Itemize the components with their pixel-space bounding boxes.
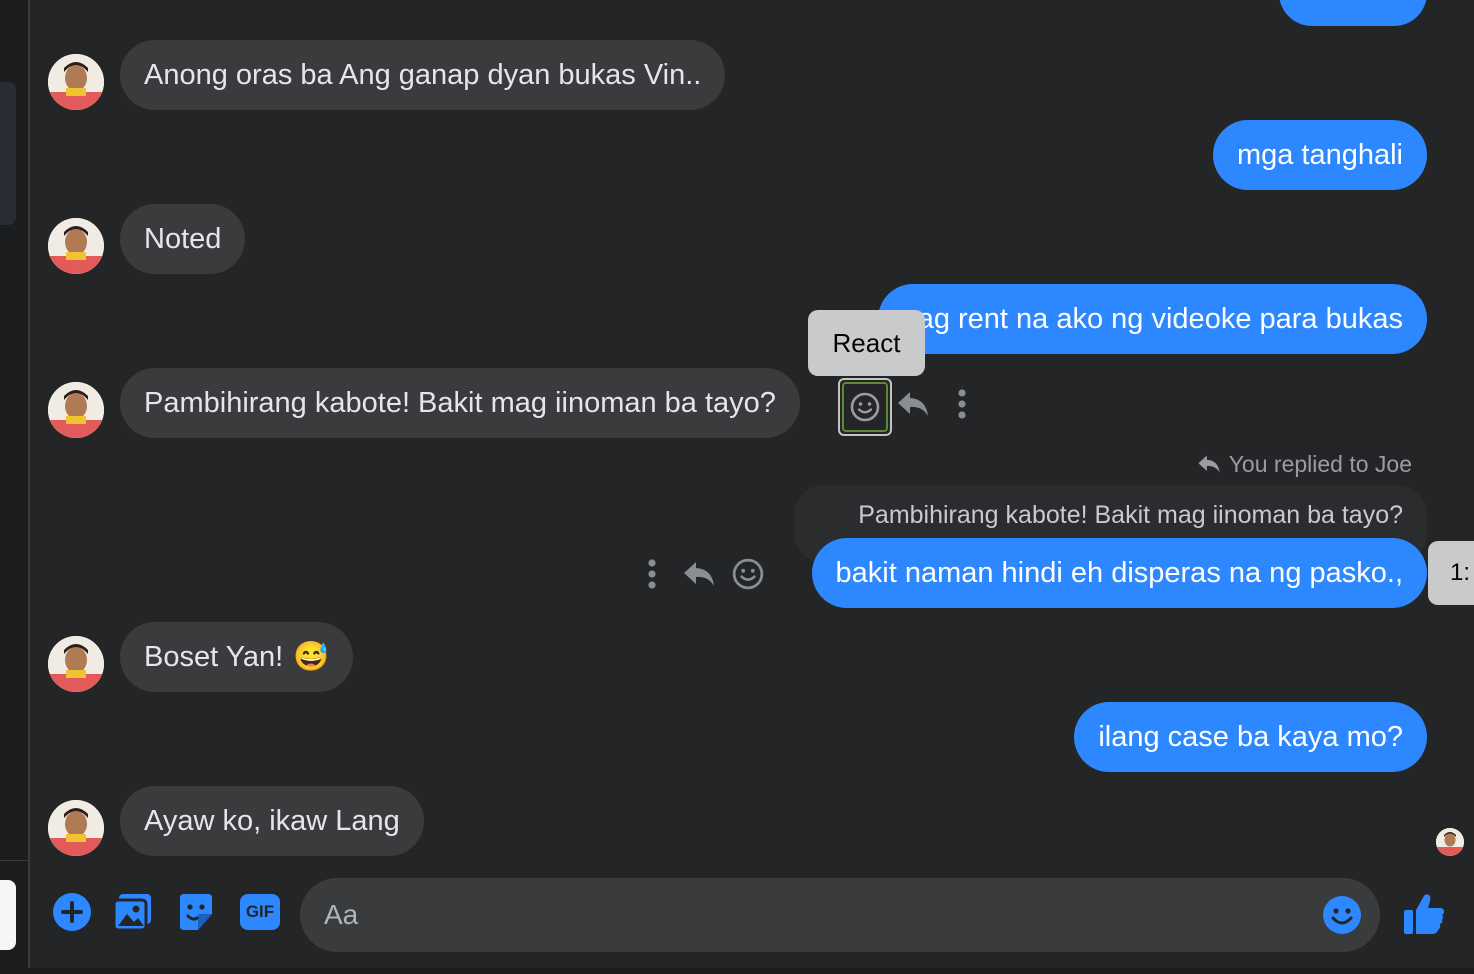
message-text: Anong oras ba Ang ganap dyan bukas Vin.. [144,58,702,91]
message-bubble-incoming[interactable]: Boset Yan! 😅 [120,622,354,692]
message-bubble-incoming[interactable]: Ayaw ko, ikaw Lang [120,786,424,856]
message-bubble-outgoing-cut[interactable] [1279,0,1427,26]
panel-divider [28,0,30,974]
more-options-icon[interactable] [644,558,660,590]
avatar[interactable] [48,218,104,274]
left-sidebar-edge [0,0,30,974]
avatar[interactable] [48,382,104,438]
gif-label: GIF [245,902,275,921]
message-text: bakit naman hindi eh disperas na ng pask… [835,556,1403,589]
message-text: Boset Yan! [144,640,284,673]
react-button[interactable] [838,378,892,436]
quoted-text: Pambihirang kabote! Bakit mag iinoman ba… [858,501,1403,529]
emoji-icon[interactable] [1322,895,1362,935]
message-bubble-outgoing[interactable]: ilang case ba kaya mo? [1074,702,1427,772]
like-icon[interactable] [1402,892,1446,936]
react-tooltip: React [808,310,925,376]
smiley-icon [850,392,880,422]
sticker-icon[interactable] [176,892,216,932]
message-bubble-incoming[interactable]: Pambihirang kabote! Bakit mag iinoman ba… [120,368,800,438]
message-bubble-outgoing[interactable]: bakit naman hindi eh disperas na ng pask… [811,538,1427,608]
smiley-icon[interactable] [732,558,764,590]
message-bubble-outgoing[interactable]: mga tanghali [1212,120,1427,190]
message-text: Pambihirang kabote! Bakit mag iinoman ba… [144,386,776,419]
message-text: Ayaw ko, ikaw Lang [144,804,400,837]
gif-icon[interactable]: GIF [240,894,280,930]
message-bubble-incoming[interactable]: Noted [120,204,246,274]
message-input-container[interactable] [300,878,1380,952]
message-text: nag rent na ako ng videoke para bukas [901,302,1403,335]
window-bottom-edge [0,968,1474,974]
message-text: mga tanghali [1236,138,1403,171]
avatar[interactable] [48,54,104,110]
message-input[interactable] [322,898,1306,932]
reply-label-text: You replied to Joe [1228,450,1412,477]
add-icon[interactable] [52,892,92,932]
reply-icon[interactable] [896,390,930,418]
selected-chat-indicator [0,82,16,225]
message-bubble-outgoing[interactable]: nag rent na ako ng videoke para bukas [877,284,1427,354]
timestamp-text: 1: [1450,559,1471,586]
sidebar-divider [0,860,30,861]
message-text: Noted [144,222,222,255]
timestamp-tooltip: 1: [1428,541,1474,605]
react-tooltip-label: React [832,327,901,358]
reply-indicator: You replied to Joe [1197,448,1412,480]
sweat-smile-emoji: 😅 [293,641,330,673]
reply-icon[interactable] [682,560,716,588]
avatar[interactable] [48,800,104,856]
message-text: ilang case ba kaya mo? [1098,720,1403,753]
more-options-icon[interactable] [954,388,970,420]
reply-icon [1198,455,1220,473]
seen-receipt-avatar [1436,828,1464,856]
avatar[interactable] [48,636,104,692]
photo-icon[interactable] [113,892,153,932]
message-bubble-incoming[interactable]: Anong oras ba Ang ganap dyan bukas Vin.. [120,40,726,110]
